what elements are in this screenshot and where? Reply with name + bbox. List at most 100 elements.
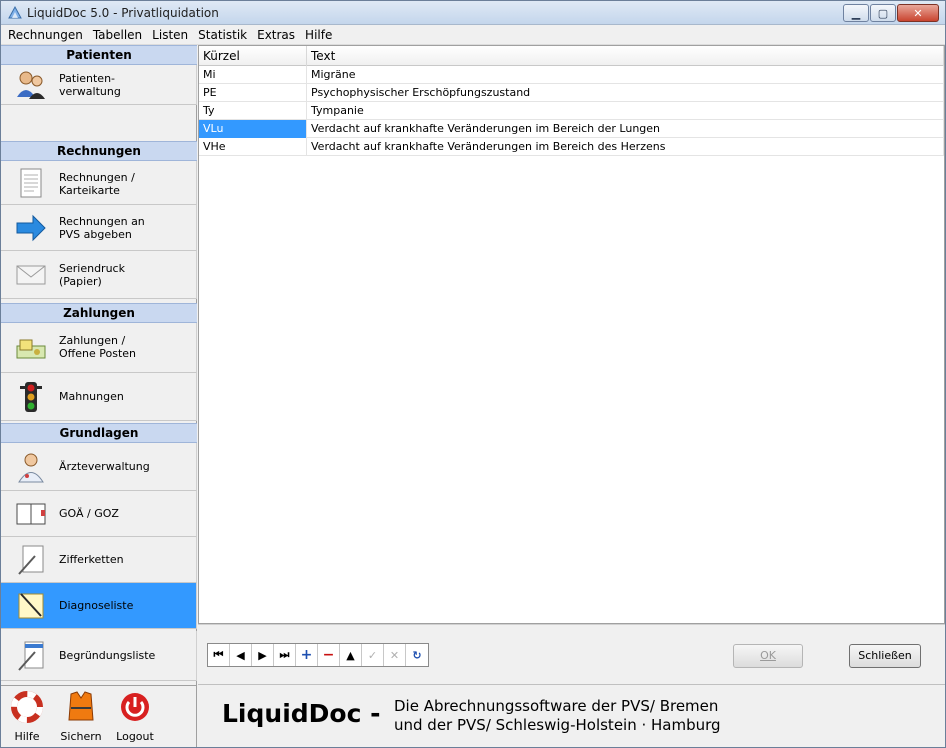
notepad-icon	[18, 593, 44, 619]
cell-text[interactable]: Verdacht auf krankhafte Veränderungen im…	[307, 138, 944, 156]
cell-text[interactable]: Verdacht auf krankhafte Veränderungen im…	[307, 120, 944, 138]
cell-kuerzel[interactable]: Ty	[199, 102, 307, 120]
menu-extras[interactable]: Extras	[252, 28, 300, 42]
sidebar-item-rechnungen-karteikarte[interactable]: Rechnungen / Karteikarte	[1, 161, 197, 205]
record-navigator: ⏮ ◀ ▶ ⏭ + − ▲ ✓ ✕ ↻	[207, 643, 429, 667]
power-icon	[121, 693, 149, 721]
table-row[interactable]: VHe Verdacht auf krankhafte Veränderunge…	[199, 138, 944, 156]
refresh-button[interactable]: ↻	[406, 644, 428, 666]
table-header: Kürzel Text	[199, 46, 944, 66]
document-icon	[20, 168, 42, 198]
table-row[interactable]: Mi Migräne	[199, 66, 944, 84]
pencil-paper-icon	[18, 545, 44, 575]
sidebar-item-label: Mahnungen	[59, 390, 124, 403]
column-header-text[interactable]: Text	[307, 46, 944, 66]
next-record-button[interactable]: ▶	[252, 644, 274, 666]
pencil-list-icon	[18, 641, 44, 671]
sidebar-item-goae-goz[interactable]: GOÄ / GOZ	[1, 491, 197, 537]
sidebar-item-label: Begründungsliste	[59, 649, 156, 662]
sidebar-item-label: Ärzteverwaltung	[59, 460, 150, 473]
maximize-button[interactable]: ▢	[870, 4, 896, 22]
sidebar-item-label: Diagnoseliste	[59, 599, 134, 612]
close-icon: ✕	[913, 6, 923, 20]
table-row[interactable]: Ty Tympanie	[199, 102, 944, 120]
delete-record-button[interactable]: −	[318, 644, 340, 666]
sidebar-item-diagnoseliste[interactable]: Diagnoseliste	[1, 583, 197, 629]
money-icon	[16, 339, 46, 359]
sidebar-item-zifferketten[interactable]: Zifferketten	[1, 537, 197, 583]
last-record-button[interactable]: ⏭	[274, 644, 296, 666]
table-row-selected[interactable]: VLu Verdacht auf krankhafte Veränderunge…	[199, 120, 944, 138]
sidebar-item-mahnungen[interactable]: Mahnungen	[1, 373, 197, 421]
close-window-button[interactable]: ✕	[897, 4, 939, 22]
cell-text[interactable]: Migräne	[307, 66, 944, 84]
brand-name: LiquidDoc -	[222, 699, 381, 728]
edit-record-button[interactable]: ▲	[340, 644, 362, 666]
cell-kuerzel[interactable]: PE	[199, 84, 307, 102]
maximize-icon: ▢	[877, 6, 889, 20]
minimize-button[interactable]: ▁	[843, 4, 869, 22]
menu-statistik[interactable]: Statistik	[193, 28, 252, 42]
sidebar-item-patientenverwaltung[interactable]: Patienten- verwaltung	[1, 65, 197, 105]
patients-icon	[17, 71, 45, 99]
arrow-right-icon	[16, 214, 46, 242]
diagnosis-table[interactable]: Kürzel Text Mi Migräne PE Psychophysisch…	[198, 45, 945, 624]
logout-button[interactable]: Logout	[113, 686, 157, 746]
cell-text[interactable]: Tympanie	[307, 102, 944, 120]
group-header-patienten: Patienten	[1, 45, 197, 65]
envelope-icon	[16, 265, 46, 285]
lifebuoy-icon	[11, 691, 43, 723]
main-content: Kürzel Text Mi Migräne PE Psychophysisch…	[198, 45, 945, 747]
save-button[interactable]: Sichern	[59, 686, 103, 746]
group-header-rechnungen: Rechnungen	[1, 141, 197, 161]
sidebar-item-seriendruck[interactable]: Seriendruck (Papier)	[1, 251, 197, 299]
menu-rechnungen[interactable]: Rechnungen	[3, 28, 88, 42]
sidebar-item-label: GOÄ / GOZ	[59, 507, 119, 520]
close-button[interactable]: Schließen	[849, 644, 921, 668]
window-title: LiquidDoc 5.0 - Privatliquidation	[27, 6, 219, 20]
first-record-button[interactable]: ⏮	[208, 644, 230, 666]
sidebar-item-label: Seriendruck (Papier)	[59, 262, 125, 288]
sidebar-item-begruendungsliste[interactable]: Begründungsliste	[1, 631, 197, 681]
title-bar[interactable]: LiquidDoc 5.0 - Privatliquidation ▁ ▢ ✕	[1, 1, 945, 25]
prior-record-button[interactable]: ◀	[230, 644, 252, 666]
tagline-line-2: und der PVS/ Schleswig-Holstein · Hambur…	[394, 716, 721, 734]
save-label: Sichern	[60, 730, 102, 743]
record-toolbar: ⏮ ◀ ▶ ⏭ + − ▲ ✓ ✕ ↻ OK Schließen	[198, 624, 945, 684]
cancel-record-button[interactable]: ✕	[384, 644, 406, 666]
ok-label: OK	[760, 649, 776, 662]
help-button[interactable]: Hilfe	[5, 686, 49, 746]
help-label: Hilfe	[14, 730, 40, 743]
sidebar-item-label: Patienten- verwaltung	[59, 72, 121, 98]
logout-label: Logout	[116, 730, 154, 743]
sidebar-item-aerzteverwaltung[interactable]: Ärzteverwaltung	[1, 443, 197, 491]
group-header-grundlagen: Grundlagen	[1, 423, 197, 443]
column-header-kuerzel[interactable]: Kürzel	[199, 46, 307, 66]
add-record-button[interactable]: +	[296, 644, 318, 666]
group-header-zahlungen: Zahlungen	[1, 303, 197, 323]
tagline-line-1: Die Abrechnungssoftware der PVS/ Bremen	[394, 697, 719, 715]
close-label: Schließen	[858, 649, 912, 662]
sidebar-item-zahlungen[interactable]: Zahlungen / Offene Posten	[1, 323, 197, 373]
app-window: LiquidDoc 5.0 - Privatliquidation ▁ ▢ ✕ …	[0, 0, 946, 748]
sidebar-item-label: Zahlungen / Offene Posten	[59, 334, 136, 360]
cell-kuerzel-selected[interactable]: VLu	[199, 120, 307, 138]
cell-kuerzel[interactable]: Mi	[199, 66, 307, 84]
table-row[interactable]: PE Psychophysischer Erschöpfungszustand	[199, 84, 944, 102]
bottom-tools: Hilfe Sichern Logout	[1, 685, 197, 747]
post-record-button[interactable]: ✓	[362, 644, 384, 666]
traffic-light-icon	[20, 382, 42, 412]
sidebar-item-rechnungen-pvs[interactable]: Rechnungen an PVS abgeben	[1, 205, 197, 251]
sidebar-item-label: Rechnungen / Karteikarte	[59, 171, 135, 197]
cell-text[interactable]: Psychophysischer Erschöpfungszustand	[307, 84, 944, 102]
cell-kuerzel[interactable]: VHe	[199, 138, 307, 156]
menu-hilfe[interactable]: Hilfe	[300, 28, 337, 42]
minimize-icon: ▁	[851, 6, 861, 20]
sidebar-item-label: Rechnungen an PVS abgeben	[59, 215, 145, 241]
ok-button[interactable]: OK	[733, 644, 803, 668]
menu-listen[interactable]: Listen	[147, 28, 193, 42]
tagline: Die Abrechnungssoftware der PVS/ Bremen …	[394, 697, 721, 735]
book-icon	[16, 503, 46, 525]
sidebar: Patienten Patienten- verwaltung Rechnung…	[1, 45, 197, 747]
menu-tabellen[interactable]: Tabellen	[88, 28, 147, 42]
